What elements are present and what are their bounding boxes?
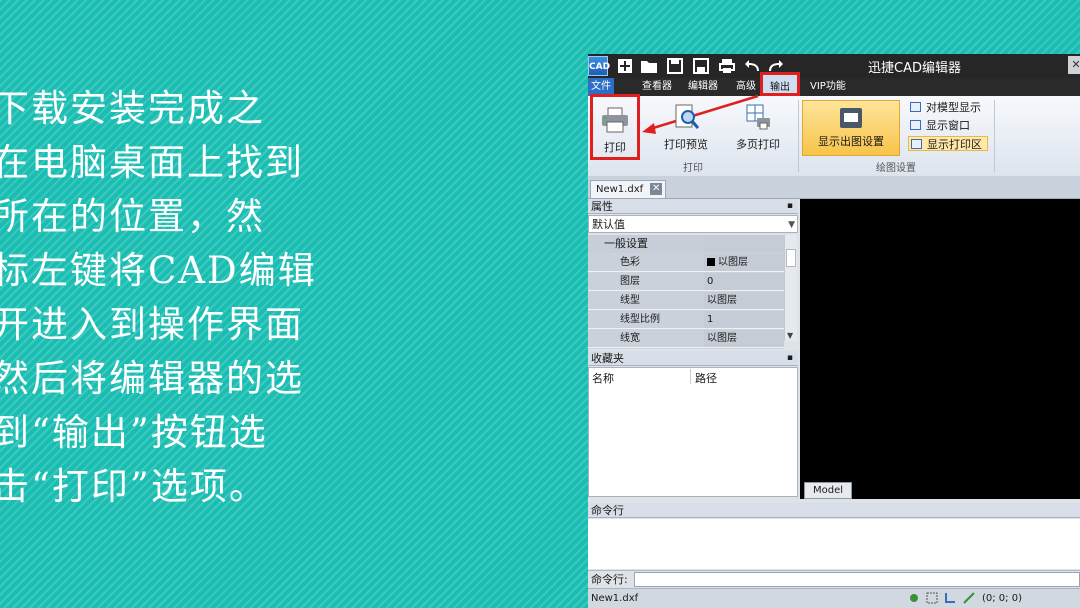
show-print-area-option[interactable]: 显示打印区 bbox=[908, 136, 988, 151]
save-icon[interactable] bbox=[666, 57, 684, 75]
status-bar: New1.dxf (0; 0; 0) bbox=[588, 588, 1080, 608]
print-preview-button[interactable]: 打印预览 bbox=[658, 104, 714, 152]
pin-icon[interactable]: ▪ bbox=[787, 351, 793, 366]
print-group-label: 打印 bbox=[683, 163, 703, 174]
scroll-down-icon[interactable]: ▼ bbox=[787, 331, 793, 340]
favorites-column-path[interactable]: 路径 bbox=[695, 370, 717, 386]
ribbon-separator-2 bbox=[994, 100, 995, 172]
command-panel-title: 命令行 bbox=[588, 503, 1080, 518]
property-section-label: 一般设置 bbox=[588, 235, 704, 252]
property-row-layer[interactable]: 图层 0 bbox=[588, 273, 784, 292]
print-preview-label: 打印预览 bbox=[664, 138, 708, 151]
property-name: 色彩 bbox=[588, 254, 704, 271]
show-window-icon bbox=[910, 120, 921, 130]
favorites-list: 名称 路径 bbox=[588, 367, 798, 497]
show-layout-settings-label: 显示出图设置 bbox=[818, 135, 884, 148]
property-name: 图层 bbox=[588, 273, 704, 290]
property-name: 线型 bbox=[588, 292, 704, 309]
color-swatch bbox=[707, 258, 715, 266]
property-value: 以图层 bbox=[704, 292, 784, 309]
show-print-area-label: 显示打印区 bbox=[927, 138, 982, 151]
property-value: 以图层 bbox=[704, 330, 784, 347]
menu-advanced[interactable]: 高级 bbox=[728, 78, 764, 96]
scrollbar-thumb[interactable] bbox=[786, 249, 796, 267]
properties-title-label: 属性 bbox=[591, 200, 613, 213]
close-tab-icon[interactable]: ✕ bbox=[650, 183, 663, 195]
properties-filter-select[interactable]: 默认值 ▼ bbox=[588, 215, 798, 233]
document-tabs: New1.dxf ✕ bbox=[588, 176, 1080, 199]
model-display-label: 对模型显示 bbox=[926, 101, 981, 114]
doc-tab-label: New1.dxf bbox=[596, 184, 644, 195]
pin-icon[interactable]: ▪ bbox=[787, 199, 793, 214]
multi-page-print-label: 多页打印 bbox=[736, 138, 780, 151]
tutorial-text: 下载安装完成之 在电脑桌面上找到 所在的位置，然 标左键将CAD编辑 开进入到操… bbox=[0, 87, 317, 508]
menu-vip[interactable]: VIP功能 bbox=[802, 78, 854, 96]
layout-group-label: 绘图设置 bbox=[876, 163, 916, 174]
properties-panel-title: 属性 ▪ bbox=[588, 199, 798, 214]
model-tab[interactable]: Model bbox=[804, 482, 853, 499]
status-toolbar bbox=[908, 592, 978, 606]
model-display-option[interactable]: 对模型显示 bbox=[908, 100, 990, 115]
property-row-lineweight[interactable]: 线宽 以图层 bbox=[588, 330, 784, 349]
command-prompt-label: 命令行: bbox=[591, 573, 628, 586]
printer-icon bbox=[602, 107, 628, 133]
multi-page-print-button[interactable]: 多页打印 bbox=[730, 104, 786, 152]
property-value-text: 以图层 bbox=[718, 257, 748, 268]
menu-output[interactable]: 输出 bbox=[760, 72, 800, 96]
property-name: 线宽 bbox=[588, 330, 704, 347]
model-display-icon bbox=[910, 102, 921, 112]
property-section-value bbox=[704, 235, 784, 252]
cad-editor-window: CAD 迅捷CAD编辑器 ✕ 文件 查看器 编辑器 高级 输出 VIP功能 打印… bbox=[588, 54, 1080, 608]
property-value: 以图层 bbox=[704, 254, 784, 271]
property-section-general[interactable]: 一般设置 bbox=[588, 235, 784, 254]
print-quick-icon[interactable] bbox=[718, 57, 736, 75]
property-row-linetype-scale[interactable]: 线型比例 1 bbox=[588, 311, 784, 330]
grid-icon[interactable] bbox=[926, 592, 938, 604]
app-logo: CAD bbox=[588, 56, 610, 76]
favorites-panel-title: 收藏夹 ▪ bbox=[588, 351, 798, 366]
column-divider bbox=[690, 369, 691, 384]
chevron-down-icon: ▼ bbox=[788, 220, 795, 230]
ribbon: 打印 打印预览 多页打印 打印 显示出图设置 对模型显示 显示窗口 显示打印区 … bbox=[588, 94, 1080, 177]
ortho-icon[interactable] bbox=[944, 592, 956, 604]
menu-viewer[interactable]: 查看器 bbox=[634, 78, 680, 96]
menu-editor[interactable]: 编辑器 bbox=[680, 78, 726, 96]
open-folder-icon[interactable] bbox=[640, 57, 658, 75]
print-button-label: 打印 bbox=[604, 141, 626, 154]
command-line: 命令行: bbox=[588, 570, 1080, 588]
property-row-linetype[interactable]: 线型 以图层 bbox=[588, 292, 784, 311]
close-icon[interactable]: ✕ bbox=[1068, 56, 1080, 74]
property-grid: 一般设置 色彩 以图层 图层 0 线型 以图层 线型比例 1 线宽 以图层 bbox=[588, 235, 784, 349]
properties-filter-value: 默认值 bbox=[592, 218, 625, 231]
print-button[interactable]: 打印 bbox=[590, 94, 640, 160]
property-scrollbar[interactable]: ▼ bbox=[784, 235, 797, 341]
favorites-column-name[interactable]: 名称 bbox=[592, 370, 614, 386]
coordinate-readout: (0; 0; 0) bbox=[982, 593, 1022, 604]
print-preview-icon bbox=[675, 104, 700, 129]
show-layout-settings-button[interactable]: 显示出图设置 bbox=[802, 100, 900, 156]
command-history bbox=[588, 519, 1080, 569]
show-window-label: 显示窗口 bbox=[926, 119, 970, 132]
window-title: 迅捷CAD编辑器 bbox=[868, 61, 961, 76]
title-bar: CAD 迅捷CAD编辑器 ✕ bbox=[588, 54, 1080, 78]
multi-page-print-icon bbox=[746, 104, 770, 130]
layout-settings-icon bbox=[840, 108, 862, 128]
property-value: 1 bbox=[704, 311, 784, 328]
drawing-canvas[interactable] bbox=[800, 199, 1080, 499]
command-input[interactable] bbox=[634, 572, 1080, 587]
show-window-option[interactable]: 显示窗口 bbox=[908, 118, 990, 133]
menu-bar: 文件 查看器 编辑器 高级 输出 VIP功能 bbox=[588, 72, 1080, 96]
property-row-color[interactable]: 色彩 以图层 bbox=[588, 254, 784, 273]
doc-tab-new1[interactable]: New1.dxf ✕ bbox=[590, 180, 667, 198]
new-file-icon[interactable] bbox=[616, 57, 634, 75]
property-value: 0 bbox=[704, 273, 784, 290]
polar-tracking-icon[interactable] bbox=[962, 592, 975, 604]
favorites-title-label: 收藏夹 bbox=[591, 352, 624, 365]
snap-icon[interactable] bbox=[908, 592, 920, 604]
property-name: 线型比例 bbox=[588, 311, 704, 328]
save-as-icon[interactable] bbox=[692, 57, 710, 75]
status-file-name: New1.dxf bbox=[591, 593, 639, 604]
show-print-area-icon bbox=[911, 139, 922, 149]
